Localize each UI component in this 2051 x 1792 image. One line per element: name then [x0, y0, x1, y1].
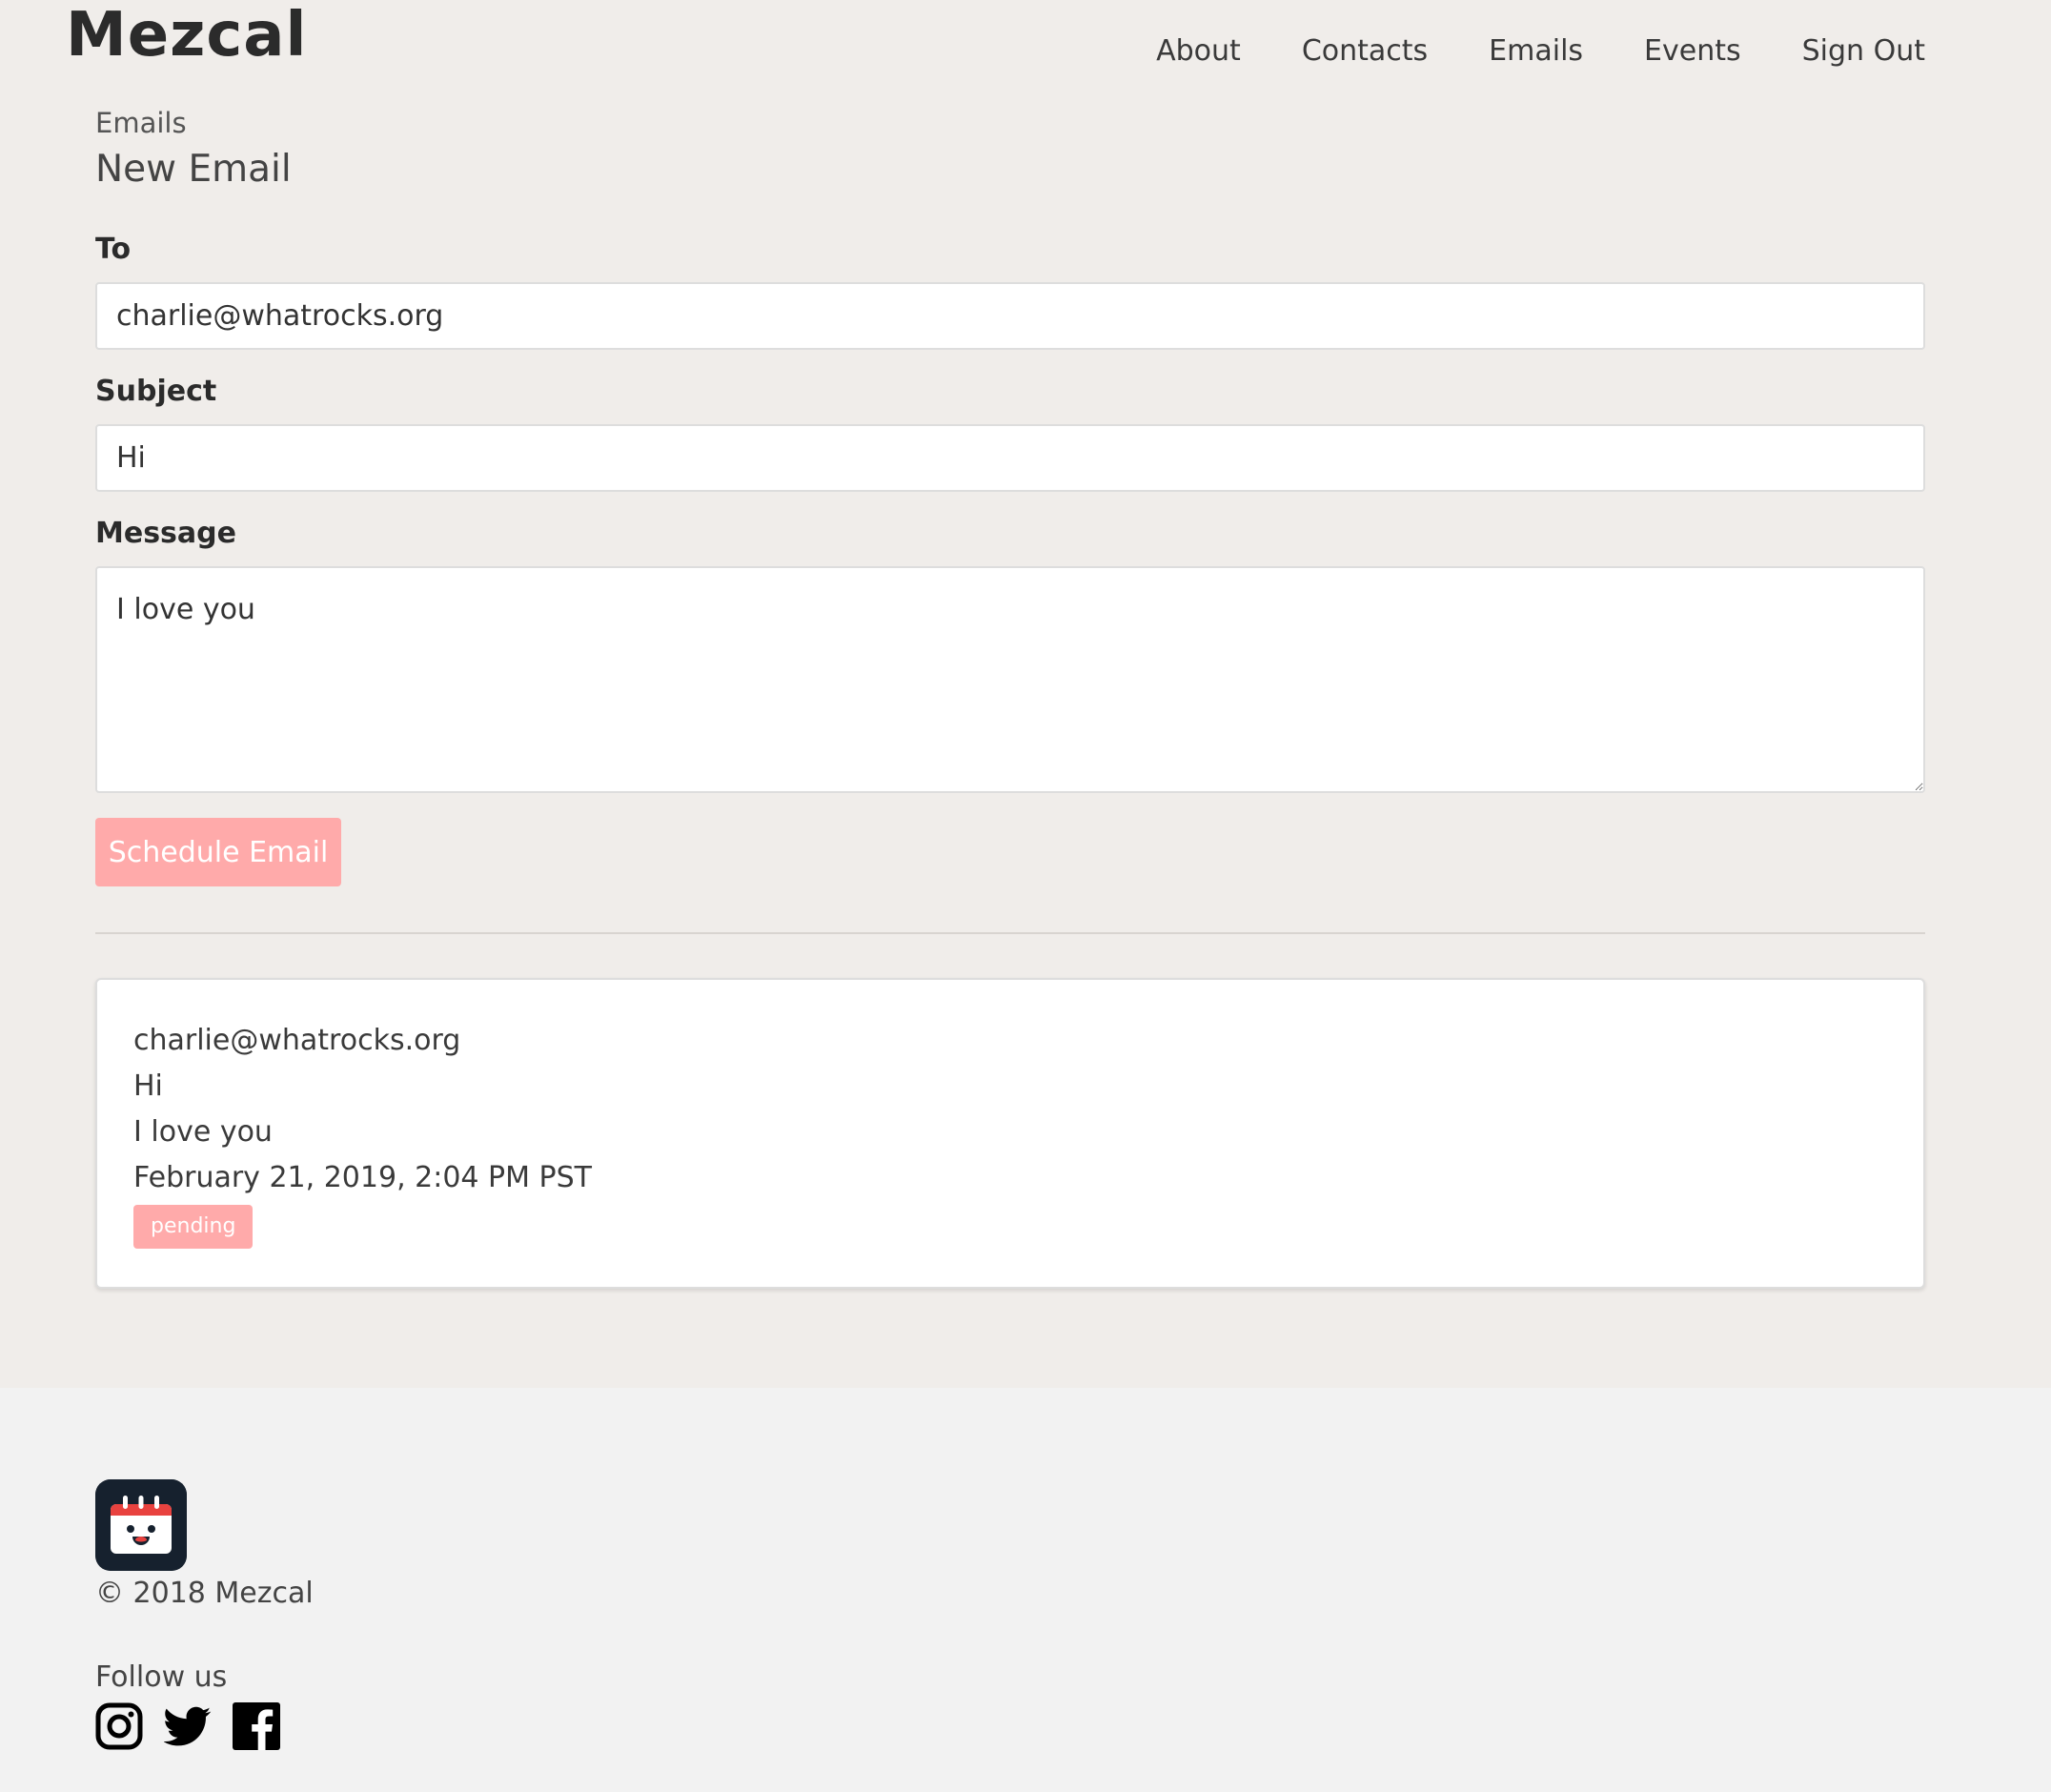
brand-logo[interactable]: Mezcal: [66, 2, 307, 69]
email-recipient: charlie@whatrocks.org: [133, 1024, 461, 1057]
nav-emails-link[interactable]: Emails: [1489, 32, 1583, 71]
twitter-icon[interactable]: [164, 1702, 212, 1750]
main-area: Mezcal About Contacts Emails Events Sign…: [0, 0, 2051, 1388]
calendar-mascot-icon: [95, 1479, 187, 1571]
instagram-icon[interactable]: [95, 1702, 143, 1750]
nav-events-link[interactable]: Events: [1644, 32, 1741, 71]
email-subject: Hi: [133, 1069, 163, 1103]
message-field[interactable]: I love you: [95, 566, 1925, 793]
email-datetime: February 21, 2019, 2:04 PM PST: [133, 1161, 593, 1194]
breadcrumb[interactable]: Emails: [95, 103, 1925, 143]
scheduled-email-card: charlie@whatrocks.org Hi I love you Febr…: [95, 978, 1925, 1289]
nav-about-link[interactable]: About: [1156, 32, 1241, 71]
top-nav: About Contacts Emails Events Sign Out: [1156, 32, 1925, 71]
copyright: © 2018 Mezcal: [95, 1577, 314, 1610]
follow-us-label: Follow us: [95, 1660, 228, 1694]
to-label: To: [95, 233, 132, 266]
status-badge: pending: [133, 1205, 254, 1249]
to-field[interactable]: [95, 282, 1925, 350]
social-links: [95, 1702, 314, 1750]
nav-contacts-link[interactable]: Contacts: [1302, 32, 1428, 71]
nav-sign-out-link[interactable]: Sign Out: [1802, 32, 1925, 71]
subject-field[interactable]: [95, 424, 1925, 492]
page-title: New Email: [95, 148, 292, 191]
message-label: Message: [95, 517, 236, 550]
schedule-email-button[interactable]: Schedule Email: [95, 818, 341, 886]
subject-label: Subject: [95, 375, 217, 408]
footer: © 2018 Mezcal Follow us: [95, 1479, 314, 1750]
email-message: I love you: [133, 1115, 273, 1149]
page-content: Emails New Email To Subject Message I lo…: [95, 103, 1925, 1289]
divider: [95, 932, 1925, 934]
new-email-form: To Subject Message I love you Schedule E…: [95, 231, 1925, 886]
facebook-icon[interactable]: [233, 1702, 280, 1750]
